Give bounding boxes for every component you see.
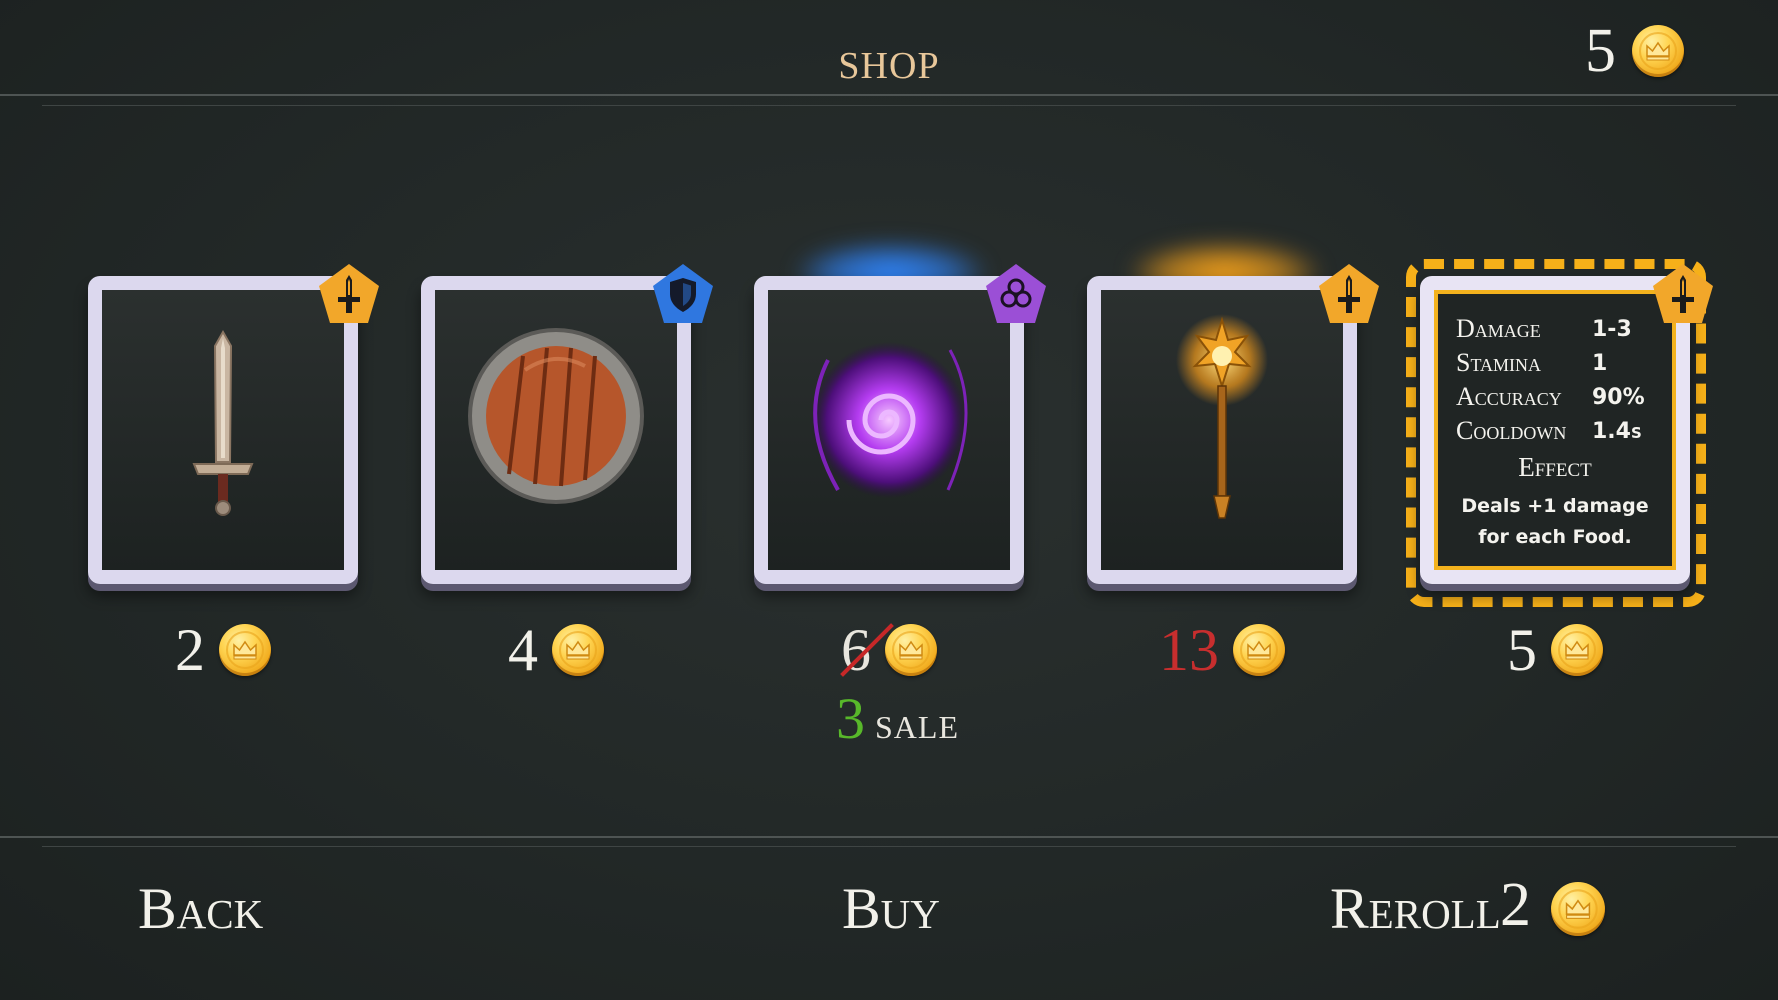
sword-class-icon	[1316, 261, 1382, 327]
footer-divider-thin	[42, 846, 1736, 847]
price-shield: 4	[421, 620, 691, 680]
price-staff: 13	[1087, 620, 1357, 680]
stat-damage: Damage 1-3	[1456, 312, 1662, 346]
stat-value: 1	[1592, 350, 1608, 376]
original-price: 6	[841, 617, 871, 683]
coin-icon	[1233, 624, 1285, 676]
stat-value: 1-3	[1592, 316, 1632, 342]
sale-label: SALE	[875, 709, 959, 745]
sword-icon	[192, 329, 254, 516]
footer-divider	[0, 836, 1778, 838]
magic-class-icon	[983, 261, 1049, 327]
price-value: 2	[175, 617, 205, 683]
stat-accuracy: Accuracy 90%	[1456, 380, 1662, 414]
stat-label: Cooldown	[1456, 416, 1567, 445]
effect-text: Deals +1 damage for each Food.	[1456, 491, 1654, 553]
reroll-button[interactable]: Reroll	[1330, 880, 1501, 938]
reroll-cost: 2	[1500, 871, 1531, 939]
shield-class-icon	[650, 261, 716, 327]
stat-label: Damage	[1456, 314, 1541, 343]
coin-icon	[1551, 624, 1603, 676]
price-vortex: 6	[754, 620, 1024, 680]
stat-value: 1.4s	[1592, 418, 1642, 444]
purple-vortex-icon	[811, 342, 968, 498]
effect-heading: Effect	[1518, 452, 1592, 482]
stat-cooldown: Cooldown 1.4s	[1456, 414, 1662, 448]
header-divider	[0, 94, 1778, 96]
sword-class-icon	[1650, 261, 1716, 327]
coin-icon	[219, 624, 271, 676]
price-value: 13	[1159, 617, 1219, 683]
effect-line: for each Food.	[1478, 526, 1632, 548]
sword-class-icon	[316, 261, 382, 327]
round-shield-icon	[468, 328, 644, 504]
gold-counter: 5	[1585, 20, 1684, 82]
stat-value: 90%	[1592, 384, 1645, 410]
buy-button[interactable]: Buy	[842, 880, 940, 938]
item-tooltip: Damage 1-3 Stamina 1 Accuracy 90% Cooldo…	[1434, 290, 1676, 570]
coin-icon	[552, 624, 604, 676]
page-title: SHOP	[838, 45, 940, 87]
coin-icon	[885, 624, 937, 676]
effect-line: Deals +1 damage	[1461, 495, 1649, 517]
sale-price-value: 3	[836, 686, 865, 751]
sale-price: 3 SALE	[836, 690, 959, 748]
golden-staff-icon	[1176, 314, 1268, 519]
stat-stamina: Stamina 1	[1456, 346, 1662, 380]
stat-label: Accuracy	[1456, 382, 1562, 411]
header-divider-thin	[42, 105, 1736, 106]
price-value: 4	[508, 617, 538, 683]
price-selected: 5	[1420, 620, 1690, 680]
price-sword: 2	[88, 620, 358, 680]
coin-icon	[1551, 882, 1605, 936]
back-button[interactable]: Back	[138, 880, 263, 938]
price-value: 5	[1507, 617, 1537, 683]
coin-icon	[1632, 25, 1684, 77]
stat-label: Stamina	[1456, 348, 1542, 377]
gold-amount: 5	[1585, 17, 1616, 85]
